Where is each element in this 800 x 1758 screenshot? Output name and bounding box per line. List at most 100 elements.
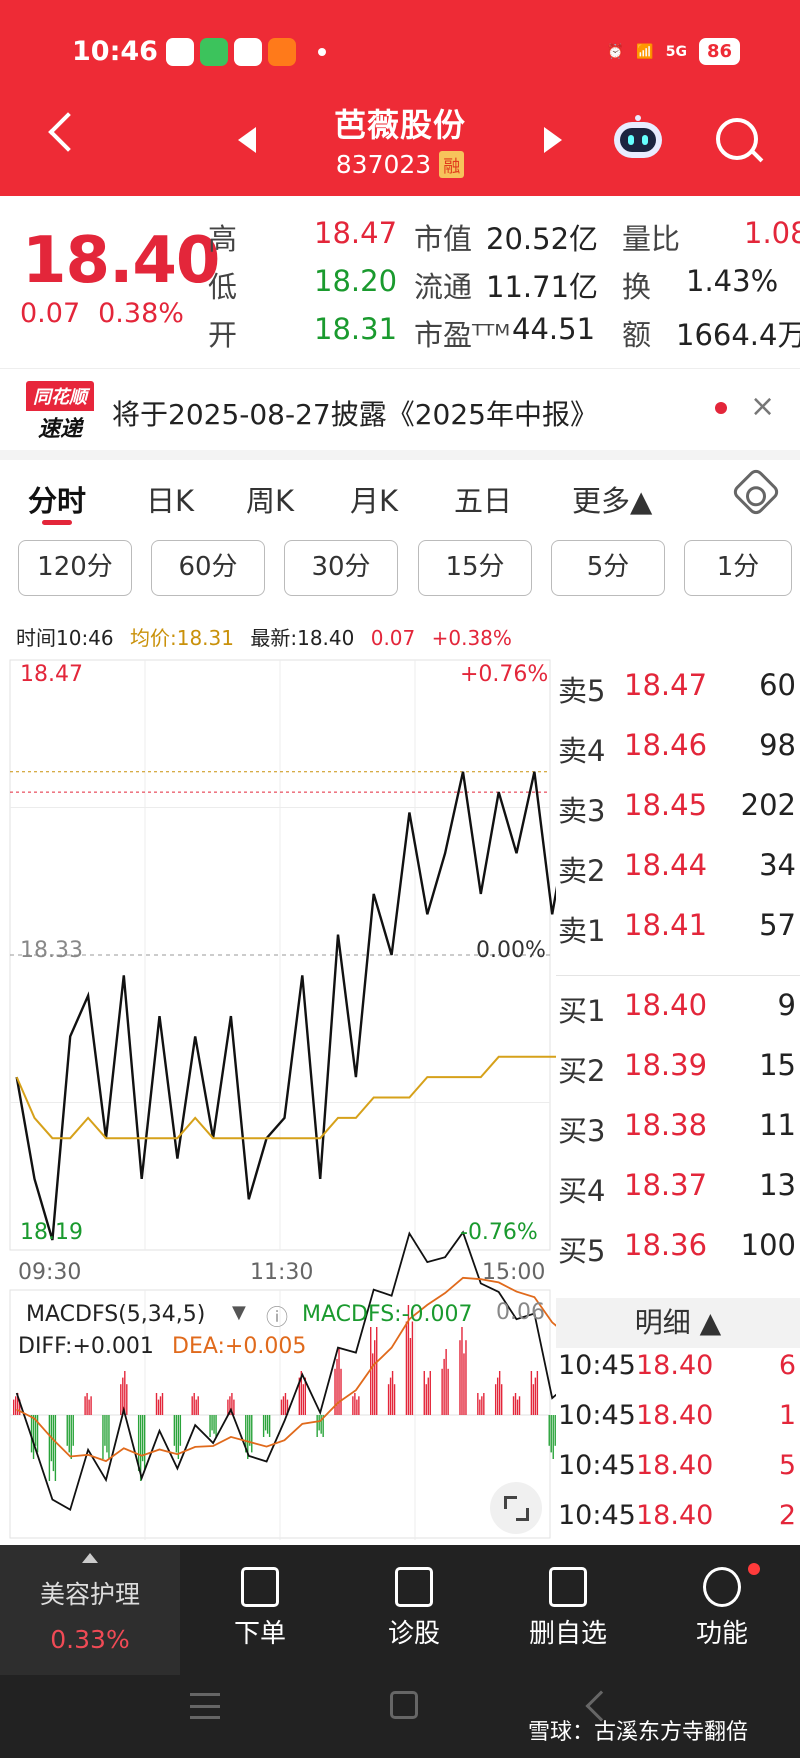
- tab-intraday[interactable]: 分时: [28, 478, 86, 520]
- ask-vol: 60: [759, 668, 796, 702]
- bid-label: 买4: [558, 1174, 606, 1208]
- period-5[interactable]: 5分: [551, 540, 665, 596]
- trade-vol: 2: [778, 1500, 796, 1531]
- ask-label: 卖2: [558, 854, 606, 888]
- period-120[interactable]: 120分: [18, 540, 132, 596]
- info-avg: 均价:18.31: [130, 626, 234, 650]
- pct-bottom-label: -0.76%: [460, 1220, 538, 1245]
- macd-indicator-label[interactable]: MACDFS(5,34,5): [26, 1302, 205, 1327]
- info-latest: 最新:18.40: [250, 626, 355, 650]
- bid-row: 买3 18.38 11: [556, 1108, 796, 1148]
- chevron-down-icon[interactable]: ▼: [232, 1302, 246, 1323]
- back-icon[interactable]: [48, 112, 88, 152]
- ask-label: 卖3: [558, 794, 606, 828]
- status-right: ⏰ 📶 5G 86: [607, 38, 740, 65]
- period-1[interactable]: 1分: [684, 540, 792, 596]
- active-tab-indicator: [42, 520, 72, 525]
- ask-row: 卖4 18.46 98: [556, 728, 796, 768]
- bid-label: 买3: [558, 1114, 606, 1148]
- trade-time: 10:45: [558, 1400, 636, 1431]
- high-value: 18.47: [314, 216, 398, 250]
- period-60[interactable]: 60分: [151, 540, 265, 596]
- assistant-robot-icon[interactable]: [610, 114, 666, 162]
- bid-row: 买4 18.37 13: [556, 1168, 796, 1208]
- trade-row: 10:45 18.40 1: [556, 1400, 796, 1440]
- current-price: 18.40: [22, 224, 220, 298]
- quote-panel: 18.40 0.07 0.38% 高 18.47 市值 20.52亿 量比 1.…: [0, 196, 800, 358]
- margin-badge: 融: [439, 151, 465, 178]
- x-start-label: 09:30: [18, 1260, 82, 1285]
- status-bar: 10:46 ⏰ 📶 5G 86: [0, 30, 800, 76]
- bid-row: 买1 18.40 9: [556, 988, 796, 1028]
- volume-ratio-value: 1.08: [744, 216, 800, 250]
- float-cap-label: 流通: [414, 270, 473, 304]
- chart-info-line: 时间10:46 均价:18.31 最新:18.40 0.07 +0.38%: [16, 622, 522, 651]
- bid-price: 18.40: [624, 988, 708, 1022]
- alarm-icon: ⏰: [606, 43, 625, 60]
- x-end-label: 15:00: [482, 1260, 546, 1285]
- price-change: 0.07 0.38%: [20, 298, 184, 329]
- trade-vol: 5: [778, 1450, 796, 1481]
- bid-price: 18.39: [624, 1048, 708, 1082]
- ask-vol: 57: [759, 908, 796, 942]
- period-30[interactable]: 30分: [284, 540, 398, 596]
- tab-daily-k[interactable]: 日K: [146, 478, 194, 520]
- open-label: 开: [208, 318, 238, 352]
- stock-code: 837023: [335, 150, 432, 179]
- order-label: 下单: [233, 1619, 286, 1649]
- order-button[interactable]: 下单: [210, 1545, 310, 1675]
- turnover-value: 1.43%: [686, 264, 779, 298]
- change-value: 0.07: [20, 298, 81, 329]
- low-value: 18.20: [314, 264, 398, 298]
- stock-title: 芭薇股份 837023 融: [260, 100, 540, 179]
- function-badge-dot: [748, 1563, 760, 1575]
- unread-dot: [715, 402, 727, 414]
- home-icon[interactable]: [390, 1691, 418, 1719]
- wifi-icon: 📶: [636, 43, 654, 60]
- trade-detail-header[interactable]: 明细 ▲: [556, 1298, 800, 1348]
- expand-chart-icon[interactable]: [490, 1482, 542, 1534]
- app-icon: [200, 38, 228, 66]
- book-divider: [556, 975, 800, 976]
- bottom-action-bar: 美容护理 0.33% 下单 诊股 删自选 功能: [0, 1545, 800, 1675]
- tab-five-day[interactable]: 五日: [454, 478, 512, 520]
- pct-mid-label: 0.00%: [476, 938, 546, 963]
- ask-row: 卖1 18.41 57: [556, 908, 796, 948]
- diagnose-button[interactable]: 诊股: [364, 1545, 464, 1675]
- amount-value: 1664.4万: [676, 318, 800, 352]
- next-stock-icon[interactable]: [544, 127, 562, 153]
- bid-price: 18.37: [624, 1168, 708, 1202]
- chevron-up-icon: [82, 1553, 98, 1563]
- remove-watchlist-button[interactable]: 删自选: [518, 1545, 618, 1675]
- intraday-chart[interactable]: B: [0, 650, 788, 1540]
- low-label: 低: [208, 270, 238, 304]
- trade-price: 18.40: [636, 1400, 714, 1431]
- bid-row: 买2 18.39 15: [556, 1048, 796, 1088]
- tab-weekly-k[interactable]: 周K: [246, 478, 294, 520]
- info-pct: +0.38%: [431, 626, 512, 650]
- trade-price: 18.40: [636, 1450, 714, 1481]
- notification-dot: [318, 48, 326, 56]
- order-icon: [241, 1567, 279, 1607]
- trade-time: 10:45: [558, 1450, 636, 1481]
- period-15[interactable]: 15分: [418, 540, 532, 596]
- bid-vol: 9: [777, 988, 796, 1022]
- ask-price: 18.46: [624, 728, 708, 762]
- stock-code-row: 837023 融: [260, 150, 540, 179]
- announcement-banner[interactable]: 同花顺 速递 将于2025-08-27披露《2025年中报》: [0, 368, 800, 458]
- market-cap-value: 20.52亿: [486, 222, 599, 256]
- prev-stock-icon[interactable]: [238, 127, 256, 153]
- open-value: 18.31: [314, 312, 398, 346]
- diagnose-label: 诊股: [387, 1619, 440, 1649]
- help-icon[interactable]: ⓘ: [266, 1300, 288, 1332]
- search-icon[interactable]: [716, 118, 758, 160]
- signal-label: 5G: [665, 43, 687, 60]
- close-icon[interactable]: ×: [750, 389, 775, 424]
- tab-monthly-k[interactable]: 月K: [350, 478, 398, 520]
- tab-more[interactable]: 更多▲: [572, 478, 652, 520]
- stock-name: 芭薇股份: [333, 106, 466, 144]
- sector-button[interactable]: 美容护理 0.33%: [0, 1545, 180, 1675]
- menu-icon[interactable]: [190, 1693, 220, 1719]
- app-icon: [234, 38, 262, 66]
- remove-watchlist-label: 删自选: [528, 1619, 607, 1649]
